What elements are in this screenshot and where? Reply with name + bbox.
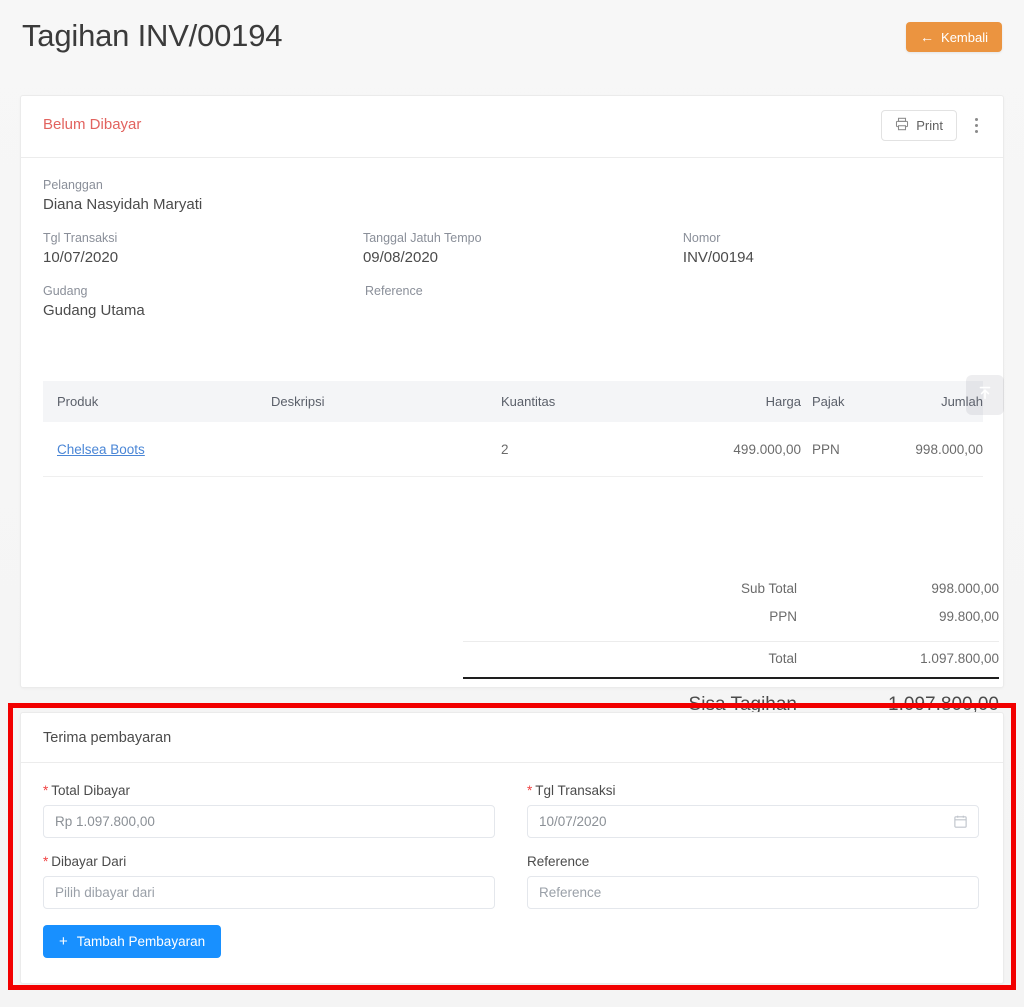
invoice-detail-page: Tagihan INV/00194 ← Kembali Belum Dibaya…: [0, 0, 1024, 1007]
cell-produk: Chelsea Boots: [43, 442, 271, 457]
field-nomor: Nomor INV/00194: [683, 231, 981, 266]
subtotal-label: Sub Total: [740, 580, 797, 596]
line-items-table: Produk Deskripsi Kuantitas Harga Pajak J…: [43, 381, 983, 477]
field-reference: Reference: [365, 284, 687, 319]
field-pelanggan-value: Diana Nasyidah Maryati: [43, 196, 203, 213]
total-row-subtotal: Sub Total 998.000,00: [463, 574, 999, 602]
print-button[interactable]: Print: [881, 110, 957, 141]
field-dibayar-dari: * Dibayar Dari Pilih dibayar dari: [43, 854, 495, 909]
print-button-label: Print: [916, 118, 943, 133]
field-tgl-transaksi-value: 10/07/2020: [43, 249, 119, 266]
payment-card: Terima pembayaran * Total Dibayar Rp 1.09…: [20, 712, 1004, 984]
field-gudang: Gudang Gudang Utama: [43, 284, 365, 319]
field-tgl-transaksi-label: Tgl Transaksi: [43, 231, 118, 245]
total-label: Total: [768, 651, 797, 666]
required-marker: *: [43, 854, 49, 869]
required-marker: *: [43, 783, 49, 798]
field-tgl-transaksi-payment: * Tgl Transaksi 10/07/2020: [527, 783, 979, 838]
meta-row-dates: Tgl Transaksi 10/07/2020 Tanggal Jatuh T…: [43, 231, 981, 266]
plus-icon: +: [59, 933, 68, 950]
total-dibayar-label: * Total Dibayar: [43, 783, 495, 798]
cell-kuantitas: 2: [501, 441, 509, 457]
calendar-icon[interactable]: [953, 814, 968, 832]
invoice-card-header: Belum Dibayar Print: [21, 96, 1003, 158]
total-value: 1.097.800,00: [920, 651, 999, 666]
scroll-to-top-button[interactable]: [966, 375, 1004, 415]
column-header-harga: Harga: [765, 394, 801, 409]
kebab-menu-icon: [974, 118, 978, 133]
dibayar-dari-select[interactable]: Pilih dibayar dari: [43, 876, 495, 909]
back-button-label: Kembali: [941, 29, 988, 45]
subtotal-value: 998.000,00: [931, 580, 999, 596]
invoice-card: Belum Dibayar Print Pelanggan Diana Nasy…: [20, 95, 1004, 733]
invoice-meta: Pelanggan Diana Nasyidah Maryati Tgl Tra…: [21, 158, 1003, 319]
tgl-transaksi-date-input[interactable]: 10/07/2020: [527, 805, 979, 838]
total-row-total: Total 1.097.800,00: [463, 641, 999, 666]
cell-jumlah: 998.000,00: [915, 441, 983, 457]
payment-form-left-column: * Total Dibayar Rp 1.097.800,00 * Dibayar …: [43, 783, 495, 958]
field-total-dibayar: * Total Dibayar Rp 1.097.800,00: [43, 783, 495, 838]
payment-form: * Total Dibayar Rp 1.097.800,00 * Dibayar …: [21, 763, 1003, 978]
column-header-pajak: Pajak: [812, 394, 845, 409]
add-payment-button[interactable]: + Tambah Pembayaran: [43, 925, 222, 958]
page-title: Tagihan INV/00194: [22, 18, 283, 53]
back-button[interactable]: ← Kembali: [906, 22, 1002, 52]
totals-section: Sub Total 998.000,00 PPN 99.800,00 Total…: [463, 574, 999, 733]
table-header-row: Produk Deskripsi Kuantitas Harga Pajak J…: [43, 381, 983, 422]
field-jatuh-tempo-label: Tanggal Jatuh Tempo: [362, 231, 482, 245]
field-tgl-transaksi: Tgl Transaksi 10/07/2020: [43, 231, 363, 266]
reference-payment-label: Reference: [527, 854, 590, 869]
invoice-card-actions: Print: [881, 110, 989, 141]
total-dibayar-label-text: Total Dibayar: [51, 783, 131, 798]
payment-card-header: Terima pembayaran: [21, 713, 1003, 763]
field-pelanggan-label: Pelanggan: [43, 178, 103, 192]
ppn-label: PPN: [769, 608, 797, 624]
total-dibayar-input[interactable]: Rp 1.097.800,00: [43, 805, 495, 838]
arrow-left-icon: ←: [920, 29, 935, 45]
payment-form-right-column: * Tgl Transaksi 10/07/2020 Reference Ref…: [527, 783, 979, 958]
column-header-kuantitas: Kuantitas: [501, 394, 556, 409]
cell-harga: 499.000,00: [733, 441, 801, 457]
tgl-transaksi-date-value: 10/07/2020: [539, 814, 607, 829]
product-link[interactable]: Chelsea Boots: [57, 442, 145, 457]
field-jatuh-tempo: Tanggal Jatuh Tempo 09/08/2020: [363, 231, 683, 266]
ppn-value: 99.800,00: [938, 608, 999, 624]
scroll-to-top-icon: [977, 385, 993, 406]
column-header-deskripsi: Deskripsi: [271, 394, 325, 409]
meta-row-customer: Pelanggan Diana Nasyidah Maryati: [43, 178, 981, 213]
table-row: Chelsea Boots 2 499.000,00 PPN 998.000,0…: [43, 422, 983, 477]
dibayar-dari-label-text: Dibayar Dari: [51, 854, 127, 869]
field-reference-payment: Reference Reference: [527, 854, 979, 909]
tgl-transaksi-payment-label: * Tgl Transaksi: [527, 783, 979, 798]
status-badge: Belum Dibayar: [43, 116, 142, 133]
field-pelanggan: Pelanggan Diana Nasyidah Maryati: [43, 178, 365, 213]
meta-row-warehouse: Gudang Gudang Utama Reference: [43, 284, 981, 319]
dibayar-dari-label: * Dibayar Dari: [43, 854, 495, 869]
column-header-produk: Produk: [57, 394, 99, 409]
reference-input[interactable]: Reference: [527, 876, 979, 909]
required-marker: *: [527, 783, 533, 798]
field-gudang-label: Gudang: [43, 284, 88, 298]
page-header: Tagihan INV/00194 ← Kembali: [0, 0, 1024, 95]
more-actions-button[interactable]: [963, 110, 989, 141]
cell-pajak: PPN: [812, 441, 840, 457]
field-reference-label: Reference: [365, 284, 423, 298]
field-nomor-value: INV/00194: [682, 249, 754, 266]
total-row-ppn: PPN 99.800,00: [463, 602, 999, 630]
tgl-transaksi-payment-label-text: Tgl Transaksi: [535, 783, 616, 798]
payment-card-title: Terima pembayaran: [43, 730, 172, 746]
field-gudang-value: Gudang Utama: [43, 302, 145, 319]
field-jatuh-tempo-value: 09/08/2020: [362, 249, 439, 266]
field-nomor-label: Nomor: [682, 231, 721, 245]
add-payment-button-label: Tambah Pembayaran: [76, 934, 206, 949]
printer-icon: [895, 117, 909, 134]
